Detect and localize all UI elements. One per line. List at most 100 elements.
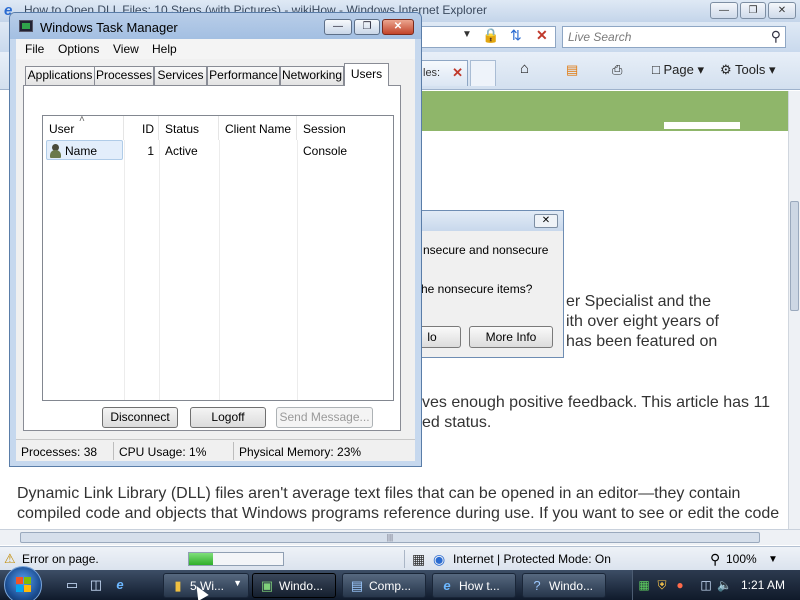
- more-info-button[interactable]: More Info: [469, 326, 553, 348]
- tools-menu[interactable]: ⚙ Tools ▾: [720, 62, 776, 78]
- article-text: ves enough positive feedback. This artic…: [422, 394, 771, 411]
- users-list[interactable]: User ID Status Client Name Session Name …: [42, 114, 394, 401]
- cell-user: Name: [65, 144, 98, 158]
- computer-icon: ▤: [350, 578, 364, 593]
- globe-icon: ◉: [433, 551, 446, 567]
- minimize-button[interactable]: —: [324, 19, 352, 35]
- ie-close-button[interactable]: ✕: [768, 2, 796, 19]
- ie-maximize-button[interactable]: ❐: [740, 2, 766, 19]
- zoom-icon: ⚲: [710, 551, 721, 567]
- show-desktop-icon[interactable]: ▭: [64, 577, 80, 593]
- article-text: ith over eight years of: [566, 313, 719, 330]
- logoff-button[interactable]: Logoff: [190, 407, 266, 428]
- menu-file[interactable]: File: [25, 42, 44, 56]
- ie-icon: e: [443, 578, 451, 593]
- column-header-session[interactable]: Session: [297, 116, 393, 140]
- users-panel: User ID Status Client Name Session Name …: [23, 85, 401, 431]
- task-manager-title: Windows Task Manager: [40, 20, 178, 35]
- taskbar-button-label: How t...: [459, 579, 500, 593]
- tab-performance[interactable]: Performance: [207, 66, 280, 85]
- windows-logo-icon: [16, 577, 32, 593]
- dialog-caption: ✕: [403, 211, 563, 231]
- page-menu-label: Page: [663, 62, 694, 77]
- taskbar-button-label: Windo...: [549, 579, 594, 593]
- status-separator: [404, 550, 405, 568]
- group-arrow-icon: ▼: [233, 578, 242, 588]
- home-icon[interactable]: ⌂: [520, 60, 529, 77]
- help-icon: ?: [533, 578, 541, 593]
- clock[interactable]: 1:21 AM: [741, 578, 785, 592]
- tab-processes[interactable]: Processes: [94, 66, 154, 85]
- processes-count: Processes: 38: [21, 445, 98, 459]
- warning-icon[interactable]: ⚠: [4, 551, 16, 567]
- lock-icon[interactable]: 🔒: [482, 26, 499, 44]
- dialog-close-button[interactable]: ✕: [534, 214, 558, 228]
- column-header-status[interactable]: Status: [159, 116, 219, 140]
- ie-status-bar: ⚠ Error on page. ▦ ◉ Internet | Protecte…: [0, 546, 800, 570]
- refresh-icon[interactable]: ⇅: [510, 26, 522, 44]
- zoom-level[interactable]: 100%: [726, 552, 757, 566]
- column-header-client-name[interactable]: Client Name: [219, 116, 297, 140]
- vertical-scrollbar[interactable]: [788, 91, 800, 529]
- vertical-scroll-thumb[interactable]: [790, 201, 799, 311]
- search-icon[interactable]: ⚲: [771, 28, 781, 45]
- tray-app-icon[interactable]: ▦: [637, 578, 651, 592]
- address-dropdown-icon[interactable]: ▼: [462, 26, 472, 44]
- browser-tab[interactable]: les: ✕: [420, 60, 468, 86]
- taskbar-button-browser[interactable]: e How t...: [432, 573, 516, 598]
- page-menu[interactable]: □ Page ▾: [652, 62, 704, 78]
- task-manager-icon: ▣: [260, 578, 274, 593]
- security-shield-icon[interactable]: ⛨: [655, 578, 669, 592]
- site-header-banner: [420, 91, 800, 131]
- disconnect-button[interactable]: Disconnect: [102, 407, 178, 428]
- security-zone[interactable]: Internet | Protected Mode: On: [453, 552, 611, 566]
- taskbar-button-help[interactable]: ? Windo...: [522, 573, 606, 598]
- taskbar-button-task-manager[interactable]: ▣ Windo...: [252, 573, 336, 598]
- zoom-dropdown-icon[interactable]: ▼: [768, 551, 778, 569]
- print-icon[interactable]: ⎙: [612, 62, 622, 78]
- article-text: ed status.: [422, 414, 492, 431]
- search-input[interactable]: Live Search ⚲: [562, 26, 786, 48]
- status-message[interactable]: Error on page.: [22, 552, 99, 566]
- column-divider: [297, 140, 298, 400]
- switch-windows-icon[interactable]: ◫: [88, 577, 104, 593]
- article-paragraph: compiled code and objects that Windows p…: [17, 505, 780, 522]
- horizontal-scrollbar[interactable]: |||: [0, 529, 800, 545]
- taskbar: ▭ ◫ e ▮ 5 Wi... ▼ ▣ Windo... ▤ Comp... e…: [0, 566, 800, 600]
- close-button[interactable]: ✕: [382, 19, 414, 35]
- menu-view[interactable]: View: [113, 42, 139, 56]
- column-header-id[interactable]: ID: [124, 116, 159, 140]
- network-icon[interactable]: ◫: [699, 578, 713, 592]
- tab-users[interactable]: Users: [344, 63, 389, 86]
- tray-alert-icon[interactable]: ●: [673, 578, 687, 592]
- new-tab-button[interactable]: [470, 60, 496, 86]
- task-manager-title-bar[interactable]: Windows Task Manager — ❐ ✕: [10, 13, 421, 39]
- menu-options[interactable]: Options: [58, 42, 99, 56]
- taskbar-button-computer[interactable]: ▤ Comp...: [342, 573, 426, 598]
- user-icon: [49, 144, 61, 158]
- status-divider: [233, 442, 234, 460]
- column-divider: [159, 140, 160, 400]
- stop-icon[interactable]: ✕: [536, 26, 548, 44]
- tab-networking[interactable]: Networking: [280, 66, 344, 85]
- column-header-user[interactable]: User: [43, 114, 124, 140]
- tab-close-icon[interactable]: ✕: [452, 65, 463, 81]
- send-message-button[interactable]: Send Message...: [276, 407, 373, 428]
- tab-services[interactable]: Services: [154, 66, 207, 85]
- cell-id: 1: [147, 144, 154, 158]
- task-manager-status-bar: Processes: 38 CPU Usage: 1% Physical Mem…: [16, 439, 415, 461]
- start-button[interactable]: [4, 566, 42, 600]
- status-flag-icon: ▦: [412, 551, 426, 567]
- tab-applications[interactable]: Applications: [25, 66, 95, 85]
- task-manager-window: Windows Task Manager — ❐ ✕ File Options …: [9, 12, 422, 467]
- volume-muted-icon[interactable]: 🔈: [717, 578, 732, 592]
- ie-quicklaunch-icon[interactable]: e: [112, 577, 128, 593]
- horizontal-scroll-thumb[interactable]: |||: [20, 532, 760, 543]
- ie-minimize-button[interactable]: —: [710, 2, 738, 19]
- feeds-icon[interactable]: ▤: [566, 62, 578, 78]
- article-paragraph: Dynamic Link Library (DLL) files aren't …: [17, 485, 741, 502]
- menu-help[interactable]: Help: [152, 42, 177, 56]
- tools-menu-label: Tools: [735, 62, 766, 77]
- progress-fill: [189, 553, 213, 565]
- maximize-button[interactable]: ❐: [354, 19, 380, 35]
